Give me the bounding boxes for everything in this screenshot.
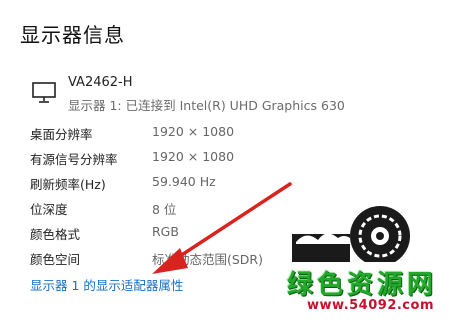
watermark: 绿色资源网 www.54092.com (267, 262, 465, 320)
property-value: 1920 × 1080 (152, 149, 235, 164)
page-title: 显示器信息 (20, 23, 125, 47)
property-value: 59.940 Hz (152, 174, 216, 189)
property-label: 颜色格式 (30, 227, 81, 242)
property-label: 颜色空间 (30, 252, 81, 267)
property-label: 桌面分辨率 (30, 127, 93, 142)
property-value: 1920 × 1080 (152, 124, 235, 139)
property-label: 刷新频率(Hz) (30, 177, 106, 192)
display-adapter-properties-link[interactable]: 显示器 1 的显示适配器属性 (30, 275, 183, 294)
property-label: 位深度 (30, 202, 68, 217)
decorative-logo-graphic (292, 206, 410, 268)
property-value: RGB (152, 224, 179, 239)
monitor-icon (32, 82, 56, 104)
property-label: 有源信号分辨率 (30, 152, 118, 167)
monitor-description: 显示器 1: 已连接到 Intel(R) UHD Graphics 630 (68, 98, 345, 113)
watermark-url: www.54092.com (307, 298, 434, 313)
watermark-title: 绿色资源网 (287, 270, 438, 300)
property-value: 标准动态范围(SDR) (152, 252, 263, 267)
property-value: 8 位 (152, 202, 177, 217)
monitor-name: VA2462-H (68, 75, 133, 90)
